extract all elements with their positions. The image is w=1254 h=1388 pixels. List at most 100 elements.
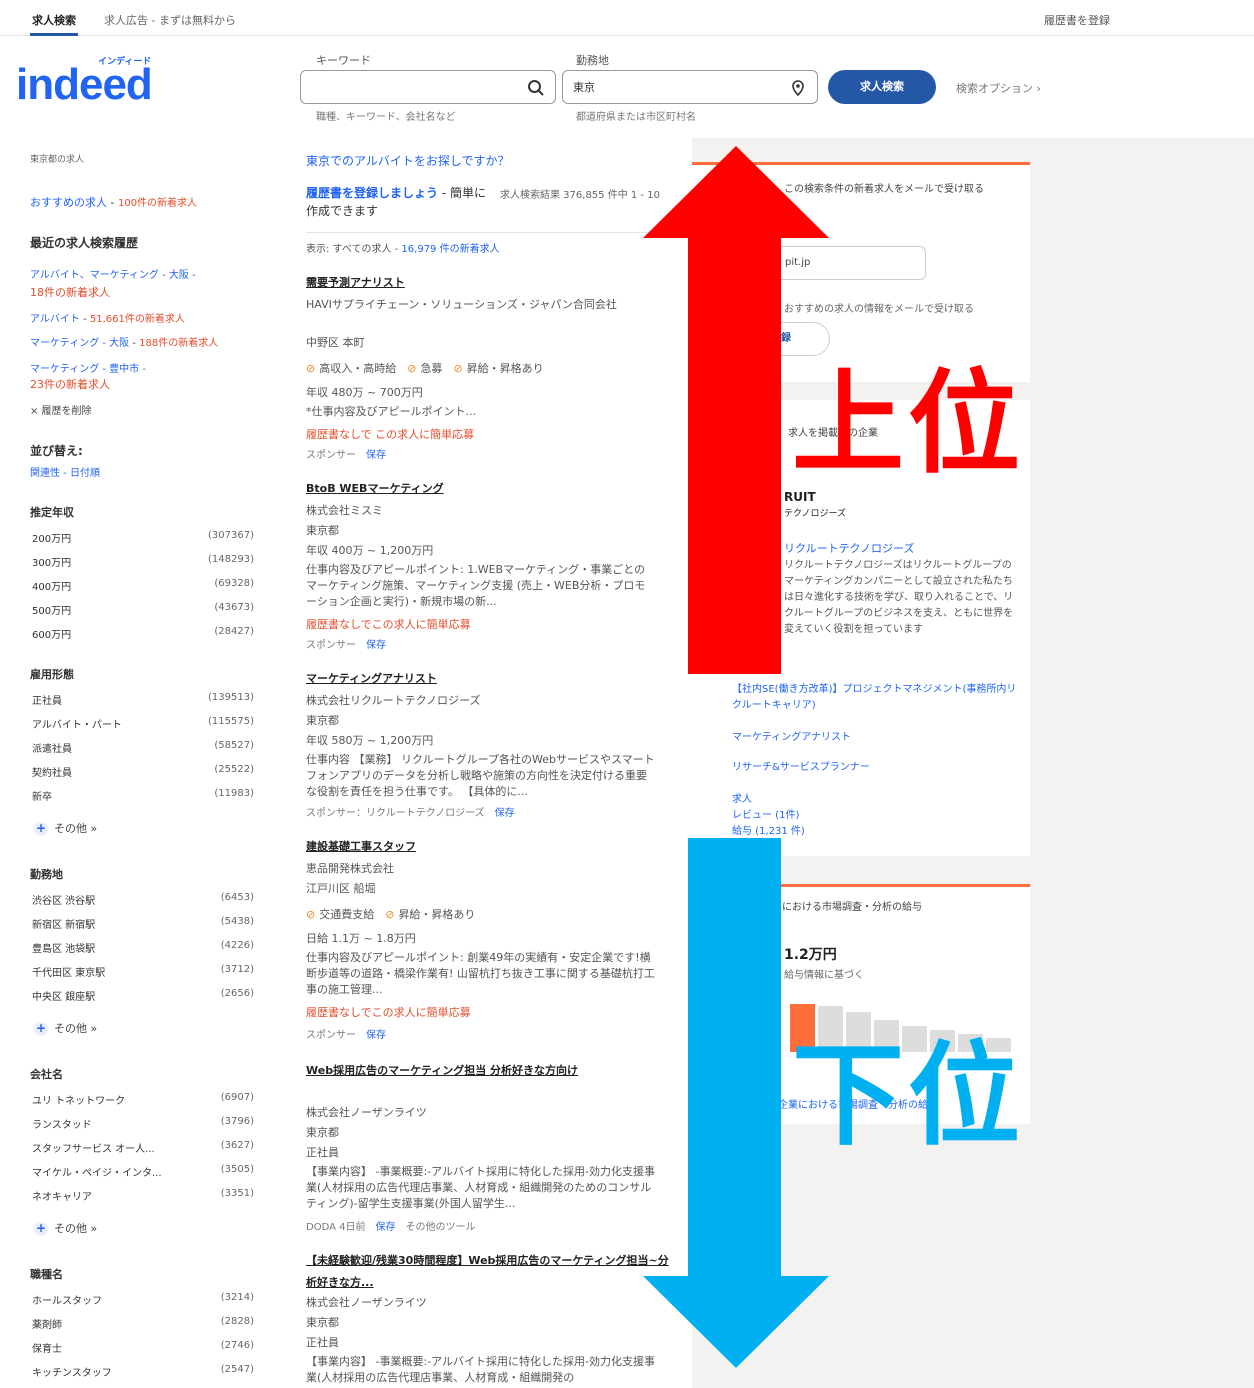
recommended-link[interactable]: おすすめの求人: [30, 196, 107, 209]
filter-option[interactable]: マイケル・ペイジ・インタ...: [32, 1164, 162, 1179]
filter-count: (2828): [220, 1316, 254, 1327]
company-logo-subtext: テクノロジーズ: [784, 509, 847, 519]
history-item-new: 51,661件の新着求人: [89, 314, 185, 325]
email-value: pit.jp: [785, 257, 811, 268]
filter-option[interactable]: 豊島区 池袋駅: [32, 940, 95, 955]
filter-count: (2746): [220, 1340, 254, 1351]
save-link[interactable]: 保存: [495, 808, 515, 819]
job-salary: 年収 580万 ~ 1,200万円: [306, 734, 434, 747]
save-link[interactable]: 保存: [366, 1030, 386, 1041]
filter-option[interactable]: ネオキャリア: [32, 1188, 92, 1203]
company-salary-link[interactable]: 給与 (1,231 件): [732, 822, 805, 837]
history-item-label[interactable]: アルバイト: [30, 314, 80, 325]
job-tag: 交通費支給: [319, 908, 375, 921]
advanced-search-link[interactable]: 検索オプション ›: [956, 80, 1041, 96]
result-count: 求人検索結果 376,855 件中 1 - 10: [500, 190, 660, 201]
job-footer: スポンサー：リクルートテクノロジーズ 保存: [306, 804, 515, 819]
more-companies-link[interactable]: + その他 »: [34, 1220, 97, 1236]
filter-option[interactable]: 保育士: [32, 1340, 62, 1355]
save-link[interactable]: 保存: [375, 1222, 395, 1233]
location-input[interactable]: [563, 71, 767, 103]
job-description: 仕事内容 【業務】 リクルートグループ各社のWebサービスやスマートフォンアプリ…: [306, 753, 655, 798]
recommended-jobs[interactable]: おすすめの求人 - 100件の新着求人: [30, 194, 197, 210]
more-locations-link[interactable]: + その他 »: [34, 1020, 97, 1036]
filter-option[interactable]: ホールスタッフ: [32, 1292, 102, 1307]
part-time-prompt[interactable]: 東京でのアルバイトをお探しですか？: [306, 152, 510, 169]
job-footer: スポンサー 保存: [306, 636, 386, 651]
location-filter-title: 勤務地: [30, 868, 63, 881]
sponsor-label: スポンサー：リクルートテクノロジーズ: [306, 808, 485, 819]
keyword-input[interactable]: [301, 71, 505, 103]
search-button[interactable]: 求人検索: [828, 70, 936, 104]
easy-apply[interactable]: 履歴書なしでこの求人に簡単応募: [306, 1004, 471, 1020]
filter-option[interactable]: 新卒: [32, 788, 52, 803]
up-arrow-shaft: [688, 232, 781, 674]
job-title[interactable]: 建設基礎工事スタッフ: [306, 838, 416, 854]
filter-option[interactable]: 400万円: [32, 578, 71, 593]
job-footer: スポンサー 保存: [306, 1026, 386, 1041]
easy-apply[interactable]: 履歴書なしでこの求人に簡単応募: [306, 616, 471, 632]
filter-option[interactable]: 200万円: [32, 530, 71, 545]
job-title[interactable]: BtoB WEBマーケティング: [306, 480, 444, 496]
company-reviews-link[interactable]: レビュー (1件): [732, 806, 799, 821]
filter-count: (28427): [214, 626, 254, 637]
filter-count: (115575): [208, 716, 254, 727]
job-title[interactable]: 【未経験歓迎/残業30時間程度】Web採用広告のマーケティング担当~分析好きな方…: [306, 1250, 676, 1294]
job-tags: ⊘ 交通費支給 ⊘ 昇給・昇格あり: [306, 906, 475, 922]
filter-count: (58527): [214, 740, 254, 751]
filter-count: (3351): [220, 1188, 254, 1199]
indeed-logo[interactable]: インディード indeed: [14, 52, 174, 109]
job-title[interactable]: 需要予測アナリスト: [306, 274, 405, 290]
job-title[interactable]: Web採用広告のマーケティング担当 分析好きな方向け: [306, 1060, 676, 1082]
more-types-link[interactable]: + その他 »: [34, 820, 97, 836]
clear-history-link[interactable]: × 履歴を削除: [30, 402, 92, 417]
filter-option[interactable]: ランスタッド: [32, 1116, 92, 1131]
company-job-link[interactable]: マーケティングアナリスト: [732, 728, 851, 743]
filter-option[interactable]: 渋谷区 渋谷駅: [32, 892, 95, 907]
resume-cta[interactable]: 履歴書を登録しましょう - 簡単に作成できます: [306, 184, 486, 220]
filter-option[interactable]: 契約社員: [32, 764, 72, 779]
keyword-box[interactable]: [300, 70, 556, 104]
history-item-label[interactable]: マーケティング - 大阪: [30, 338, 129, 349]
filter-option[interactable]: 300万円: [32, 554, 71, 569]
job-title[interactable]: マーケティングアナリスト: [306, 670, 437, 686]
job-location: 東京都: [306, 1316, 339, 1329]
filter-option[interactable]: キッチンスタッフ: [32, 1364, 112, 1379]
job-company: 株式会社ノーザンライツ: [306, 1106, 427, 1119]
tab-job-ads[interactable]: 求人広告 - まずは無料から: [104, 12, 236, 28]
filter-option[interactable]: 薬剤師: [32, 1316, 62, 1331]
history-item[interactable]: アルバイト - 51,661件の新着求人: [30, 310, 185, 325]
filter-option[interactable]: 派遣社員: [32, 740, 72, 755]
filter-option[interactable]: 500万円: [32, 602, 71, 617]
save-link[interactable]: 保存: [366, 450, 386, 461]
filter-option[interactable]: 600万円: [32, 626, 71, 641]
job-description: 仕事内容及びアピールポイント: 創業49年の実績有・安定企業です!横断歩道等の道…: [306, 951, 655, 996]
tab-job-search[interactable]: 求人検索: [32, 12, 76, 28]
more-tools-link[interactable]: その他のツール: [405, 1222, 475, 1233]
job-tag: 昇給・昇格あり: [398, 908, 476, 921]
filter-option[interactable]: 中央区 銀座駅: [32, 988, 95, 1003]
company-jobs-link[interactable]: 求人: [732, 790, 752, 805]
easy-apply[interactable]: 履歴書なしで この求人に簡単応募: [306, 426, 474, 442]
filter-option[interactable]: 新宿区 新宿駅: [32, 916, 95, 931]
filter-new-link[interactable]: 16,979 件の新着求人: [401, 244, 499, 255]
history-item[interactable]: マーケティング - 大阪 - 188件の新着求人: [30, 334, 218, 349]
history-item[interactable]: マーケティング - 豊中市 -: [30, 360, 146, 375]
resume-cta-link[interactable]: 履歴書を登録しましょう: [306, 186, 438, 200]
company-job-link[interactable]: リサーチ&サービスプランナー: [732, 758, 870, 773]
location-box[interactable]: [562, 70, 818, 104]
filter-option[interactable]: 千代田区 東京駅: [32, 964, 105, 979]
sort-options[interactable]: 関連性 - 日付順: [30, 464, 100, 479]
save-link[interactable]: 保存: [366, 640, 386, 651]
job-tags: ⊘ 高収入・高時給 ⊘ 急募 ⊘ 昇給・昇格あり: [306, 360, 544, 376]
filter-option[interactable]: ユリ トネットワーク: [32, 1092, 125, 1107]
company-link[interactable]: リクルートテクノロジーズ: [784, 540, 914, 556]
register-resume-link[interactable]: 履歴書を登録: [1044, 12, 1110, 28]
job-description: 【事業内容】 -事業概要:-アルバイト採用に特化した採用-効力化支援事業(人材採…: [306, 1165, 655, 1210]
history-item[interactable]: アルバイト、マーケティング - 大阪 -: [30, 266, 196, 281]
company-job-link[interactable]: 【社内SE(働き方改革)】プロジェクトマネジメント(事務所内リクルートキャリア): [732, 682, 1022, 714]
filter-option[interactable]: スタッフサービス オー人...: [32, 1140, 155, 1155]
filter-option[interactable]: アルバイト・パート: [32, 716, 122, 731]
filter-option[interactable]: 正社員: [32, 692, 62, 707]
job-description: 【事業内容】 -事業概要:-アルバイト採用に特化した採用-効力化支援事業(人材採…: [306, 1355, 655, 1384]
